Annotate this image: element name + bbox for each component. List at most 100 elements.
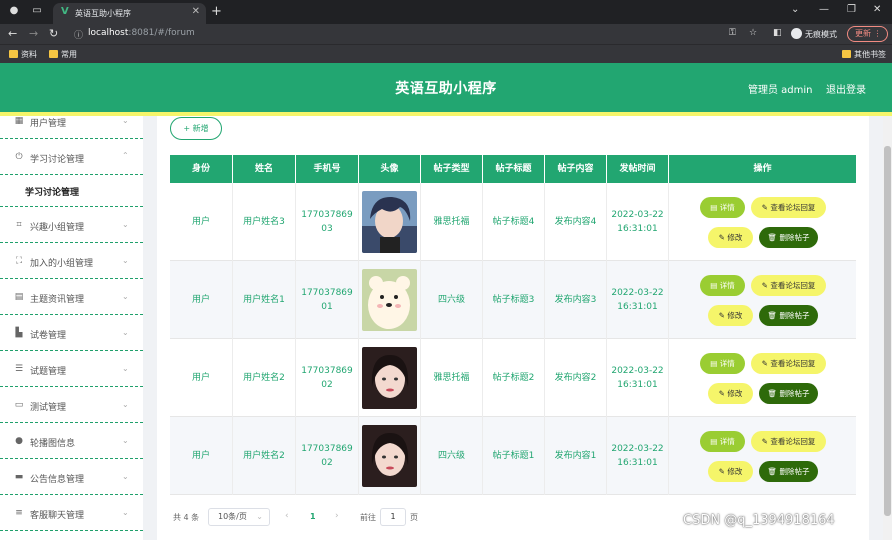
cell-avatar xyxy=(359,261,421,339)
sidebar-item-chat[interactable]: ≡ 客服聊天管理 ⌄ xyxy=(0,495,143,531)
chart-icon: ▙ xyxy=(15,328,23,338)
cell-type: 四六级 xyxy=(421,417,483,495)
main-area: + 新增 身份 姓名 手机号 头像 帖子类型 帖子标题 帖子内容 发帖时间 操作… xyxy=(143,116,883,540)
delete-button[interactable]: 🗑 删除帖子 xyxy=(759,305,818,326)
cell-title: 帖子标题1 xyxy=(483,417,545,495)
cell-content: 发布内容1 xyxy=(545,417,607,495)
delete-button[interactable]: 🗑 删除帖子 xyxy=(759,461,818,482)
other-bookmarks[interactable]: 其他书签 xyxy=(842,49,886,60)
chevron-down-icon: ⌄ xyxy=(122,472,129,481)
chevron-up-icon: ⌃ xyxy=(122,151,129,160)
scroll-thumb[interactable] xyxy=(884,146,891,516)
forward-icon[interactable]: → xyxy=(29,27,38,40)
sidebar-item-joined-group[interactable]: ⛶ 加入的小组管理 ⌄ xyxy=(0,243,143,279)
view-reply-button[interactable]: ✎ 查看论坛回复 xyxy=(751,431,826,452)
pagination-total: 共 4 条 xyxy=(173,513,200,522)
incognito-indicator[interactable]: 无痕模式 xyxy=(791,28,837,40)
edit-button[interactable]: ✎ 修改 xyxy=(708,383,753,404)
view-reply-button[interactable]: ✎ 查看论坛回复 xyxy=(751,353,826,374)
cell-title: 帖子标题2 xyxy=(483,339,545,417)
goto-page-input[interactable]: 1 xyxy=(380,508,406,526)
back-icon[interactable]: ← xyxy=(8,27,17,40)
bookmark-folder-1[interactable]: 资料 xyxy=(9,49,37,60)
sidebar-item-carousel[interactable]: ● 轮播图信息 ⌄ xyxy=(0,423,143,459)
sidebar-item-paper[interactable]: ▙ 试卷管理 ⌄ xyxy=(0,315,143,351)
key-icon[interactable]: ⚿ xyxy=(729,28,736,38)
minimize-icon[interactable]: — xyxy=(819,4,829,15)
cell-name: 用户姓名2 xyxy=(233,339,296,417)
edit-button[interactable]: ✎ 修改 xyxy=(708,227,753,248)
chevron-down-icon: ⌄ xyxy=(122,220,129,229)
cell-phone: 17703786901 xyxy=(296,261,359,339)
crop-icon: ⌗ xyxy=(16,220,22,230)
cartoon-bear-avatar-icon xyxy=(362,269,417,331)
app-header: 英语互助小程序 管理员 admin 退出登录 xyxy=(0,63,892,112)
star-icon[interactable]: ☆ xyxy=(749,28,757,38)
current-page[interactable]: 1 xyxy=(310,512,316,521)
browser-menu-icon[interactable]: ● xyxy=(8,5,20,17)
next-page-icon[interactable]: › xyxy=(335,511,339,521)
submenu-discussion[interactable]: 学习讨论管理 xyxy=(0,175,143,207)
sidebar-item-notice[interactable]: ▬ 公告信息管理 ⌄ xyxy=(0,459,143,495)
address-bar[interactable]: ⓘ localhost:8081/#/forum xyxy=(70,26,720,42)
info-icon[interactable]: ⓘ xyxy=(74,28,83,41)
browser-chrome: ● ▭ V 英语互助小程序 ✕ + ⌄ — ❐ ✕ ← → ↻ ⓘ localh… xyxy=(0,0,892,63)
detail-button[interactable]: ▤ 详情 xyxy=(700,431,745,452)
new-tab-icon[interactable]: + xyxy=(211,4,222,19)
sliders-icon: ☰ xyxy=(14,364,24,374)
folder-icon xyxy=(49,50,58,58)
cell-phone: 17703786902 xyxy=(296,339,359,417)
cell-phone: 17703786903 xyxy=(296,183,359,261)
delete-button[interactable]: 🗑 删除帖子 xyxy=(759,383,818,404)
edit-button[interactable]: ✎ 修改 xyxy=(708,305,753,326)
detail-button[interactable]: ▤ 详情 xyxy=(700,197,745,218)
restore-icon[interactable]: ❐ xyxy=(847,4,856,15)
prev-page-icon[interactable]: ‹ xyxy=(285,511,289,521)
sidebar-item-group[interactable]: ⌗ 兴趣小组管理 ⌄ xyxy=(0,207,143,243)
col-time: 发帖时间 xyxy=(607,155,669,183)
chevron-down-icon: ⌄ xyxy=(122,292,129,301)
avatar[interactable] xyxy=(362,269,417,331)
view-reply-button[interactable]: ✎ 查看论坛回复 xyxy=(751,275,826,296)
girl-photo-avatar-icon xyxy=(362,347,417,409)
chevron-down-icon: ⌄ xyxy=(122,328,129,337)
avatar[interactable] xyxy=(362,347,417,409)
view-reply-button[interactable]: ✎ 查看论坛回复 xyxy=(751,197,826,218)
tab-close-icon[interactable]: ✕ xyxy=(192,6,200,17)
cell-type: 雅思托福 xyxy=(421,183,483,261)
avatar[interactable] xyxy=(362,191,417,253)
cell-actions: ▤ 详情 ✎ 查看论坛回复 ✎ 修改 🗑 删除帖子 xyxy=(669,417,856,495)
avatar[interactable] xyxy=(362,425,417,487)
browser-tab[interactable]: V 英语互助小程序 ✕ xyxy=(53,3,206,24)
delete-button[interactable]: 🗑 删除帖子 xyxy=(759,227,818,248)
sidepanel-icon[interactable]: ◧ xyxy=(773,28,782,38)
reload-icon[interactable]: ↻ xyxy=(49,27,58,40)
cell-name: 用户姓名1 xyxy=(233,261,296,339)
add-button[interactable]: + 新增 xyxy=(170,117,222,140)
chevron-down-icon: ⌄ xyxy=(122,400,129,409)
detail-button[interactable]: ▤ 详情 xyxy=(700,353,745,374)
window-icon[interactable]: ▭ xyxy=(31,5,43,17)
sidebar-item-user[interactable]: ▦ 用户管理 ⌄ xyxy=(0,116,143,139)
chevron-down-icon: ⌄ xyxy=(122,116,129,125)
watermark: CSDN @q_1394918164 xyxy=(683,513,835,528)
url-text: localhost:8081/#/forum xyxy=(88,28,195,38)
col-avatar: 头像 xyxy=(359,155,421,183)
logout-link[interactable]: 退出登录 xyxy=(826,81,866,96)
bookmark-folder-2[interactable]: 常用 xyxy=(49,49,77,60)
chevron-down-icon[interactable]: ⌄ xyxy=(791,4,799,15)
screen-icon: ▭ xyxy=(14,400,24,410)
sidebar-item-news[interactable]: ▤ 主题资讯管理 ⌄ xyxy=(0,279,143,315)
page-size-select[interactable]: 10条/页 ⌄ xyxy=(208,508,270,526)
update-button[interactable]: 更新 ⋮ xyxy=(847,26,888,42)
edit-button[interactable]: ✎ 修改 xyxy=(708,461,753,482)
close-window-icon[interactable]: ✕ xyxy=(873,4,881,15)
sidebar-item-question[interactable]: ☰ 试题管理 ⌄ xyxy=(0,351,143,387)
page-scrollbar[interactable] xyxy=(883,116,892,540)
col-role: 身份 xyxy=(170,155,233,183)
sidebar-item-discussion[interactable]: ⏻ 学习讨论管理 ⌃ xyxy=(0,139,143,175)
sidebar-item-test[interactable]: ▭ 测试管理 ⌄ xyxy=(0,387,143,423)
sidebar: ▦ 用户管理 ⌄ ⏻ 学习讨论管理 ⌃ 学习讨论管理 ⌗ 兴趣小组管理 ⌄ ⛶ … xyxy=(0,116,143,540)
table-row: 用户 用户姓名1 17703786901 四六级 帖子标题3 发布内容3 202… xyxy=(170,261,856,339)
detail-button[interactable]: ▤ 详情 xyxy=(700,275,745,296)
